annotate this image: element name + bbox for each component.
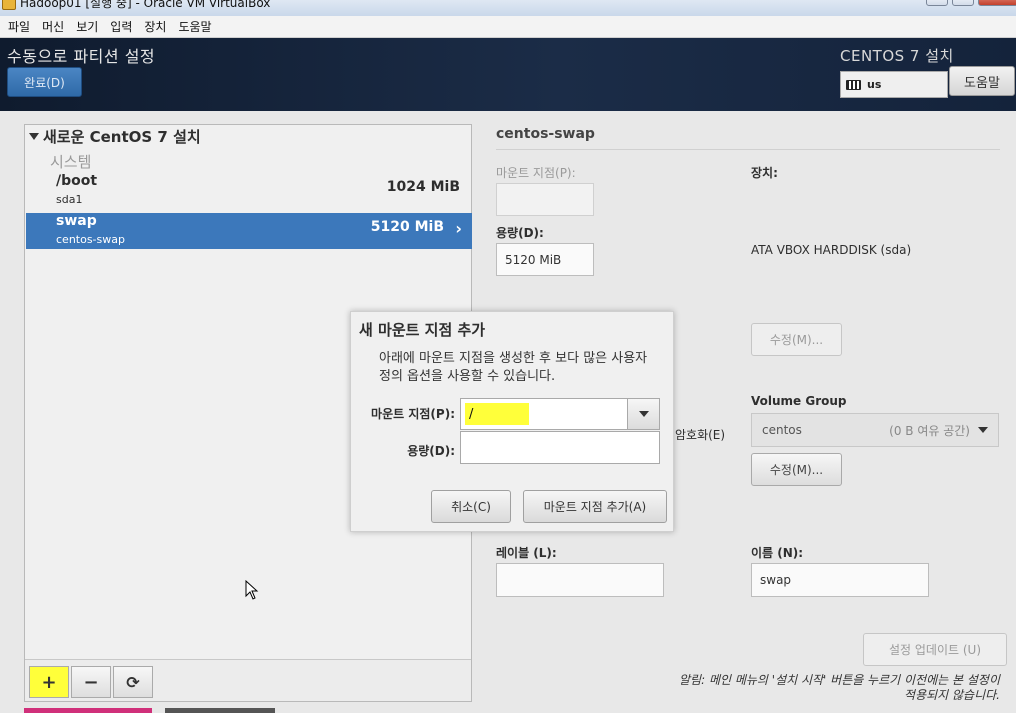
mouse-cursor-icon (245, 580, 259, 600)
minimize-button[interactable] (926, 0, 948, 6)
desired-capacity-input[interactable] (460, 431, 660, 464)
mount-point-label: 마운트 지점(P): (496, 166, 576, 180)
install-group-title: 새로운 CentOS 7 설치 (43, 128, 201, 146)
close-window-button[interactable] (978, 0, 1016, 6)
menu-help[interactable]: 도움말 (178, 18, 219, 35)
device-label: 장치: (751, 166, 778, 180)
menu-input[interactable]: 입력 (110, 18, 140, 35)
maximize-button[interactable] (952, 0, 974, 6)
vbox-title-bar: Hadoop01 [실행 중] - Oracle VM VirtualBox (0, 0, 1016, 16)
volume-group-value: centos (762, 423, 802, 437)
modify-volume-group-button[interactable]: 수정(M)... (751, 453, 842, 486)
system-section-label: 시스템 (50, 153, 92, 171)
volume-group-label: Volume Group (751, 394, 847, 408)
modify-device-button[interactable]: 수정(M)... (751, 323, 842, 356)
chevron-down-icon (638, 411, 649, 417)
mount-toolbar: + − ⟳ (25, 659, 471, 701)
add-mount-point-button[interactable]: 마운트 지점 추가(A) (523, 490, 667, 523)
menu-devices[interactable]: 장치 (144, 18, 174, 35)
remove-mount-button[interactable]: − (71, 666, 111, 698)
name-field[interactable]: swap (751, 563, 929, 597)
mount-device: sda1 (56, 193, 83, 206)
label-field[interactable] (496, 563, 664, 597)
keyboard-layout-label: us (867, 78, 882, 91)
mount-point-field[interactable] (496, 183, 594, 216)
settings-note: 알림: 메인 메뉴의 '설치 시작' 버튼을 누르기 이전에는 본 설정이 적용… (679, 673, 1000, 702)
help-button[interactable]: 도움말 (949, 66, 1015, 96)
dialog-description: 아래에 마운트 지점을 생성한 후 보다 많은 사용자 정의 옵션을 사용할 수… (379, 351, 648, 384)
status-strip-pink (24, 708, 152, 713)
mount-size: 5120 MiB (370, 219, 444, 235)
mount-name: swap (56, 213, 97, 229)
vbox-menu-bar: 파일 머신 보기 입력 장치 도움말 (0, 16, 1016, 38)
chevron-down-icon (978, 427, 988, 433)
add-mount-button[interactable]: + (29, 666, 69, 698)
menu-view[interactable]: 보기 (76, 18, 106, 35)
mount-row-boot[interactable]: /boot sda1 1024 MiB (26, 173, 472, 209)
dialog-mount-label: 마운트 지점(P): (371, 407, 455, 421)
chevron-right-icon: › (455, 219, 462, 238)
refresh-icon[interactable]: ⟳ (113, 666, 153, 698)
dialog-title: 새 마운트 지점 추가 (359, 321, 486, 339)
mount-point-combo-value[interactable]: / (465, 403, 529, 425)
mount-name: /boot (56, 173, 98, 189)
product-title: CENTOS 7 설치 (840, 47, 954, 65)
dialog-capacity-label: 용량(D): (407, 444, 455, 458)
expand-triangle-icon (29, 133, 39, 140)
status-strip-gray (165, 708, 275, 713)
cancel-button[interactable]: 취소(C) (431, 490, 511, 523)
device-value: ATA VBOX HARDDISK (sda) (751, 243, 912, 257)
add-mount-point-dialog: 새 마운트 지점 추가 아래에 마운트 지점을 생성한 후 보다 많은 사용자 … (350, 311, 674, 532)
page-title: 수동으로 파티션 설정 (7, 47, 156, 66)
mount-point-dropdown-button[interactable] (627, 399, 659, 429)
name-field-label: 이름 (N): (751, 546, 804, 560)
mount-size: 1024 MiB (386, 179, 460, 195)
virtualbox-app-icon (2, 0, 16, 10)
selected-mount-title: centos-swap (496, 126, 595, 142)
keyboard-layout-indicator[interactable]: us (840, 71, 948, 98)
done-button[interactable]: 완료(D) (7, 67, 82, 97)
menu-file[interactable]: 파일 (8, 18, 38, 35)
label-field-label: 레이블 (L): (496, 546, 557, 560)
capacity-field[interactable]: 5120 MiB (496, 243, 594, 276)
menu-machine[interactable]: 머신 (42, 18, 72, 35)
window-title: Hadoop01 [실행 중] - Oracle VM VirtualBox (20, 0, 271, 10)
divider (496, 149, 1000, 150)
volume-group-free: (0 B 여유 공간) (889, 423, 970, 438)
volume-group-select[interactable]: centos (0 B 여유 공간) (751, 413, 999, 447)
install-group-header[interactable]: 새로운 CentOS 7 설치 (29, 126, 201, 147)
mount-device: centos-swap (56, 233, 125, 246)
mount-point-combo[interactable]: / (460, 398, 660, 430)
mount-row-swap[interactable]: swap centos-swap 5120 MiB › (26, 213, 472, 249)
keyboard-icon (846, 79, 861, 90)
encrypt-checkbox-label[interactable]: 암호화(E) (675, 426, 725, 443)
capacity-label: 용량(D): (496, 226, 544, 240)
update-settings-button[interactable]: 설정 업데이트 (U) (863, 633, 1007, 666)
installer-header: 수동으로 파티션 설정 완료(D) CENTOS 7 설치 us 도움말 (0, 38, 1016, 111)
